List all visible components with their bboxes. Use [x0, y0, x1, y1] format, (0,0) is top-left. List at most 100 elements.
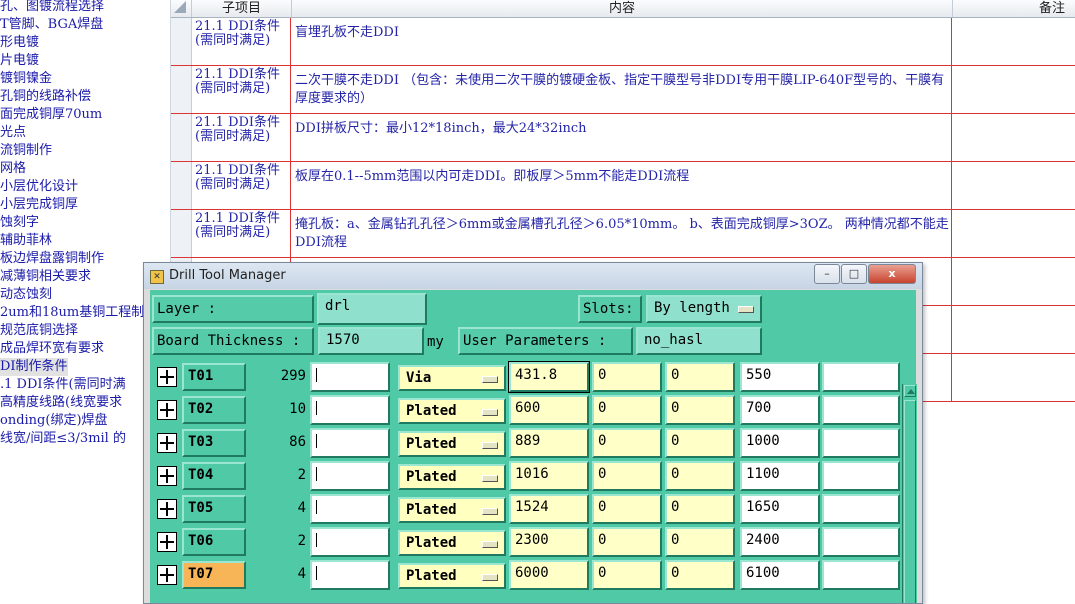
- tool-tol-minus-field[interactable]: 0: [665, 494, 735, 524]
- tree-item[interactable]: 线宽/间距≤3/3mil 的: [0, 430, 126, 448]
- tool-tol-plus-field[interactable]: 0: [592, 395, 662, 425]
- header-subitem[interactable]: 子项目: [192, 0, 292, 17]
- expand-tool-icon[interactable]: [157, 367, 177, 387]
- tool-comment-field[interactable]: [310, 461, 390, 491]
- tool-finish-size-field[interactable]: 2400: [740, 527, 820, 557]
- tool-extra-field[interactable]: [822, 494, 900, 524]
- tool-finish-size-field[interactable]: 1000: [740, 428, 820, 458]
- tool-finish-size-field[interactable]: 550: [740, 362, 820, 392]
- remark-cell[interactable]: [953, 114, 1075, 161]
- tree-item[interactable]: 成品焊环宽有要求: [0, 340, 104, 358]
- tool-type-dropdown[interactable]: Plated: [398, 464, 506, 490]
- tree-item[interactable]: .1 DDI条件(需同时满: [0, 376, 126, 394]
- tree-item[interactable]: 板边焊盘露铜制作: [0, 250, 104, 268]
- tool-tol-minus-field[interactable]: 0: [665, 428, 735, 458]
- subitem-cell[interactable]: 21.1 DDI条件(需同时满足): [192, 114, 291, 161]
- tool-extra-field[interactable]: [822, 560, 900, 590]
- row-header[interactable]: [171, 18, 192, 65]
- tool-type-dropdown[interactable]: Via: [398, 365, 506, 391]
- content-cell[interactable]: 板厚在0.1--5mm范围以内可走DDI。即板厚＞5mm不能走DDI流程: [292, 162, 952, 209]
- row-header[interactable]: [171, 162, 192, 209]
- tree-item[interactable]: 流铜制作: [0, 142, 52, 160]
- tool-tol-minus-field[interactable]: 0: [665, 395, 735, 425]
- remark-cell[interactable]: [953, 66, 1075, 113]
- tool-button[interactable]: T06: [182, 528, 246, 556]
- content-cell[interactable]: 盲埋孔板不走DDI: [292, 18, 952, 65]
- expand-tool-icon[interactable]: [157, 433, 177, 453]
- tool-tol-plus-field[interactable]: 0: [592, 362, 662, 392]
- row-header[interactable]: [171, 66, 192, 113]
- expand-tool-icon[interactable]: [157, 532, 177, 552]
- tool-finish-size-field[interactable]: 1100: [740, 461, 820, 491]
- close-button[interactable]: x: [868, 264, 916, 284]
- tool-extra-field[interactable]: [822, 527, 900, 557]
- tool-size-field[interactable]: 2300: [509, 527, 589, 557]
- tool-extra-field[interactable]: [822, 362, 900, 392]
- tool-type-dropdown[interactable]: Plated: [398, 530, 506, 556]
- tree-item[interactable]: 蚀刻字: [0, 214, 39, 232]
- tree-item[interactable]: 2um和18um基铜工程制: [0, 304, 144, 322]
- remark-cell[interactable]: [953, 18, 1075, 65]
- tool-comment-field[interactable]: [310, 494, 390, 524]
- tree-item[interactable]: 片电镀: [0, 52, 39, 70]
- tool-comment-field[interactable]: [310, 428, 390, 458]
- tool-finish-size-field[interactable]: 1650: [740, 494, 820, 524]
- tool-extra-field[interactable]: [822, 428, 900, 458]
- user-params-field[interactable]: no_hasl: [636, 327, 762, 355]
- tool-finish-size-field[interactable]: 700: [740, 395, 820, 425]
- tool-button[interactable]: T03: [182, 429, 246, 457]
- tool-tol-plus-field[interactable]: 0: [592, 461, 662, 491]
- title-bar[interactable]: ✕ Drill Tool Manager – □ x: [144, 263, 922, 289]
- expand-tool-icon[interactable]: [157, 499, 177, 519]
- subitem-cell[interactable]: 21.1 DDI条件(需同时满足): [192, 18, 291, 65]
- tool-button[interactable]: T05: [182, 495, 246, 523]
- slots-dropdown[interactable]: By length: [646, 295, 762, 323]
- header-content[interactable]: 内容: [292, 0, 953, 17]
- tool-size-field[interactable]: 889: [509, 428, 589, 458]
- scroll-up-arrow-icon[interactable]: [904, 385, 916, 397]
- tool-tol-minus-field[interactable]: 0: [665, 362, 735, 392]
- tool-comment-field[interactable]: [310, 527, 390, 557]
- tool-tol-minus-field[interactable]: 0: [665, 560, 735, 590]
- tool-size-field[interactable]: 6000: [509, 560, 589, 590]
- tool-type-dropdown[interactable]: Plated: [398, 431, 506, 457]
- tree-item[interactable]: 规范底铜选择: [0, 322, 78, 340]
- tree-item[interactable]: 孔、图镀流程选择: [0, 0, 104, 16]
- tree-item[interactable]: 光点: [0, 124, 26, 142]
- tool-size-field[interactable]: 1016: [509, 461, 589, 491]
- subitem-cell[interactable]: 21.1 DDI条件(需同时满足): [192, 66, 291, 113]
- tool-type-dropdown[interactable]: Plated: [398, 563, 506, 589]
- expand-tool-icon[interactable]: [157, 466, 177, 486]
- tool-size-field[interactable]: 1524: [509, 494, 589, 524]
- tool-button[interactable]: T01: [182, 363, 246, 391]
- row-header[interactable]: [171, 114, 192, 161]
- tool-button[interactable]: T07: [182, 561, 246, 589]
- header-remark[interactable]: 备注: [953, 0, 1075, 17]
- content-cell[interactable]: DDI拼板尺寸：最小12*18inch，最大24*32inch: [292, 114, 952, 161]
- select-all-corner[interactable]: [171, 0, 192, 17]
- tool-type-dropdown[interactable]: Plated: [398, 497, 506, 523]
- expand-tool-icon[interactable]: [157, 565, 177, 585]
- tree-item[interactable]: 减薄铜相关要求: [0, 268, 91, 286]
- tool-size-field[interactable]: 600: [509, 395, 589, 425]
- tree-item[interactable]: onding(绑定)焊盘: [0, 412, 108, 430]
- tree-item[interactable]: T管脚、BGA焊盘: [0, 16, 103, 34]
- tree-item[interactable]: 高精度线路(线宽要求: [0, 394, 122, 412]
- remark-cell[interactable]: [953, 258, 1075, 305]
- remark-cell[interactable]: [953, 210, 1075, 257]
- tool-size-field[interactable]: 431.8: [508, 361, 590, 393]
- tree-item[interactable]: 形电镀: [0, 34, 39, 52]
- tool-tol-plus-field[interactable]: 0: [592, 560, 662, 590]
- board-thickness-field[interactable]: 1570: [318, 327, 424, 355]
- tool-comment-field[interactable]: [310, 560, 390, 590]
- tree-item[interactable]: 孔铜的线路补偿: [0, 88, 91, 106]
- scroll-thumb[interactable]: [904, 400, 916, 603]
- tree-item[interactable]: DI制作条件: [0, 358, 68, 376]
- tool-button[interactable]: T02: [182, 396, 246, 424]
- layer-field[interactable]: drl: [317, 293, 427, 325]
- tool-tol-plus-field[interactable]: 0: [592, 494, 662, 524]
- tree-item[interactable]: 小层完成铜厚: [0, 196, 78, 214]
- subitem-cell[interactable]: 21.1 DDI条件(需同时满足): [192, 162, 291, 209]
- content-cell[interactable]: 二次干膜不走DDI （包含：未使用二次干膜的镀硬金板、指定干膜型号非DDI专用干…: [292, 66, 952, 113]
- tree-item[interactable]: 网格: [0, 160, 26, 178]
